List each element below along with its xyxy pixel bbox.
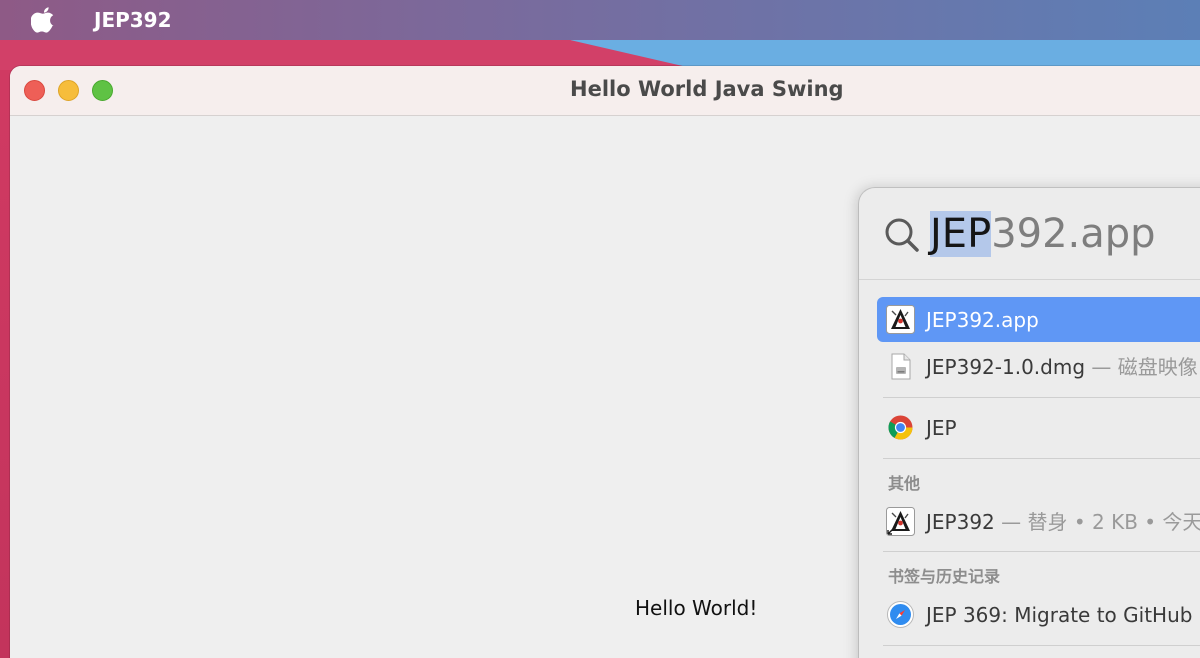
result-title: JEP392-1.0.dmg — [926, 355, 1085, 379]
section-divider — [883, 458, 1200, 459]
chrome-icon — [886, 413, 915, 442]
result-row-jep369-bookmark[interactable]: JEP 369: Migrate to GitHub — [877, 592, 1200, 637]
menu-bar: JEP392 — [0, 0, 1200, 40]
suggestion-title: JEP — [926, 416, 957, 440]
window-title: Hello World Java Swing — [570, 77, 844, 101]
zoom-window-button[interactable] — [92, 80, 113, 101]
section-divider — [883, 397, 1200, 398]
result-text: JEP392 — 替身 • 2 KB • 今天 — [926, 510, 1200, 534]
menu-bar-app-name[interactable]: JEP392 — [94, 8, 172, 32]
section-divider — [883, 551, 1200, 552]
window-title-bar[interactable]: Hello World Java Swing — [10, 66, 1200, 116]
result-row-jep392-alias[interactable]: JEP392 — 替身 • 2 KB • 今天 — [877, 499, 1200, 544]
apple-logo-icon[interactable] — [31, 5, 57, 33]
section-header-other: 其他 — [888, 470, 920, 494]
section-divider — [883, 645, 1200, 646]
result-row-jep392-dmg[interactable]: JEP392-1.0.dmg — 磁盘映像 — [877, 344, 1200, 389]
spotlight-panel: JEP392.app JEP392.app JEP392-1.0.dmg — 磁… — [859, 188, 1200, 658]
query-rest-text: 392.app — [991, 211, 1155, 257]
hello-world-label: Hello World! — [635, 596, 757, 620]
desktop: JEP392 Hello World Java Swing Hello Worl… — [0, 0, 1200, 658]
disk-image-file-icon — [886, 352, 915, 381]
java-app-icon — [886, 507, 915, 536]
close-window-button[interactable] — [24, 80, 45, 101]
section-header-bookmarks-history: 书签与历史记录 — [888, 563, 1000, 587]
query-selected-text: JEP — [930, 211, 991, 257]
result-row-jep392-app[interactable]: JEP392.app — [877, 297, 1200, 342]
spotlight-search-field[interactable]: JEP392.app — [859, 188, 1200, 280]
safari-icon — [886, 600, 915, 629]
java-app-icon — [886, 305, 915, 334]
result-title: JEP 369: Migrate to GitHub — [926, 603, 1192, 627]
result-subtitle: — 磁盘映像 — [1085, 355, 1198, 379]
result-subtitle: — 替身 • 2 KB • 今天 — [995, 510, 1200, 534]
magnifier-icon — [884, 217, 920, 253]
result-title: JEP392 — [926, 510, 995, 534]
result-text: JEP392-1.0.dmg — 磁盘映像 — [926, 355, 1198, 379]
spotlight-query-text[interactable]: JEP392.app — [930, 210, 1156, 258]
result-title: JEP392.app — [926, 308, 1039, 332]
result-row-jep-web-search[interactable]: JEP — [877, 405, 1200, 450]
minimize-window-button[interactable] — [58, 80, 79, 101]
